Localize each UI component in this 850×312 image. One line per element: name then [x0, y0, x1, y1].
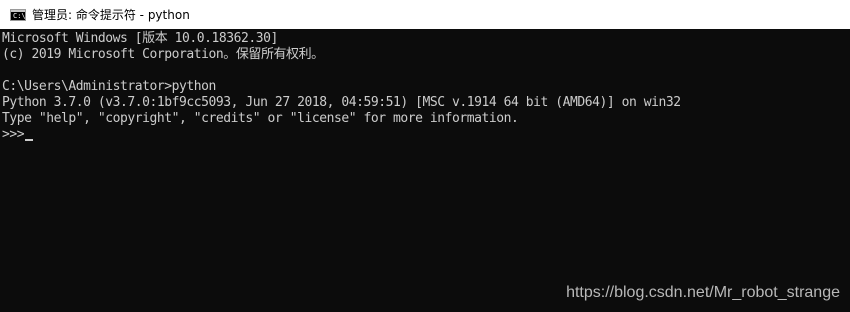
- watermark-url: https://blog.csdn.net/Mr_robot_strange: [566, 284, 840, 301]
- icon-prompt-glyph: C:\: [13, 11, 26, 20]
- cmd-console-icon[interactable]: C:\: [10, 8, 26, 21]
- console-line-python-version: Python 3.7.0 (v3.7.0:1bf9cc5093, Jun 27 …: [2, 95, 681, 110]
- cmd-window: C:\ 管理员: 命令提示符 - python Microsoft Window…: [0, 0, 850, 312]
- python-prompt: >>>: [2, 127, 25, 142]
- console-line-help-hint: Type "help", "copyright", "credits" or "…: [2, 111, 519, 126]
- console-output[interactable]: Microsoft Windows [版本 10.0.18362.30] (c)…: [0, 29, 850, 312]
- python-prompt-line[interactable]: >>>: [2, 127, 850, 143]
- window-title: 管理员: 命令提示符 - python: [32, 8, 190, 22]
- title-bar[interactable]: C:\ 管理员: 命令提示符 - python: [0, 0, 850, 29]
- console-line-version: Microsoft Windows [版本 10.0.18362.30]: [2, 31, 278, 46]
- console-line-copyright: (c) 2019 Microsoft Corporation。保留所有权利。: [2, 47, 324, 62]
- console-line-command: C:\Users\Administrator>python: [2, 79, 216, 94]
- text-cursor: [25, 139, 34, 141]
